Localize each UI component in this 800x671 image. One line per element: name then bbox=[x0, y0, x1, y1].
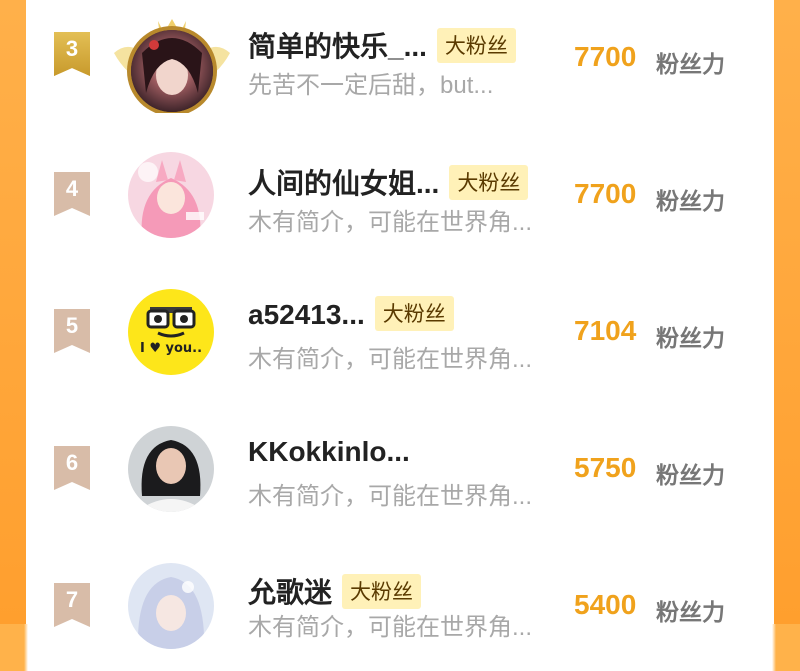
fan-power-score: 7700 bbox=[574, 41, 637, 72]
fan-power-unit: 粉丝力 bbox=[656, 326, 725, 352]
user-bio: 木有简介，可能在世界角... bbox=[248, 483, 533, 510]
list-item[interactable]: 4 人间的仙女姐... 大粉丝 木有简介，可能在世界角... 7700 粉丝力 bbox=[26, 122, 774, 260]
crown-frame-icon bbox=[114, 19, 230, 116]
fan-ranking-list: 3 简单的快乐_...大粉丝 先苦不一定后甜，but... 7700 粉丝力 bbox=[26, 0, 774, 649]
fan-power-score: 7700 bbox=[574, 178, 637, 209]
avatar-image-icon bbox=[146, 307, 196, 338]
big-fan-badge: 大粉丝 bbox=[342, 574, 422, 610]
big-fan-badge: 大粉丝 bbox=[374, 296, 454, 332]
user-name[interactable]: 简单的快乐_... 大粉丝 bbox=[248, 25, 516, 66]
avatar[interactable] bbox=[128, 563, 214, 649]
right-gradient-border bbox=[774, 0, 800, 624]
rank-ribbon: 4 bbox=[54, 172, 90, 216]
user-name[interactable]: 允歌迷 大粉丝 bbox=[248, 571, 422, 612]
rank-number: 7 bbox=[65, 587, 79, 612]
avatar[interactable] bbox=[112, 13, 232, 116]
avatar[interactable] bbox=[128, 426, 214, 512]
big-fan-badge: 大粉丝 bbox=[449, 165, 529, 201]
rank-ribbon: 3 bbox=[54, 32, 90, 76]
big-fan-badge: 大粉丝 bbox=[436, 28, 516, 64]
user-name[interactable]: 人间的仙女姐... 大粉丝 bbox=[248, 162, 529, 203]
left-gradient-border bbox=[0, 0, 26, 624]
list-item[interactable]: 6 KKokkinlo... 木有简介，可能在世界角... 5750 粉丝力 bbox=[26, 396, 774, 534]
avatar-caption: I ♥ you.. bbox=[139, 341, 203, 356]
avatar-image-icon bbox=[128, 563, 214, 649]
list-item[interactable]: 5 I ♥ you.. a52413... 大粉丝 木有简介，可能在世界角... … bbox=[26, 259, 774, 397]
fan-power-unit: 粉丝力 bbox=[656, 600, 725, 626]
fan-power-unit: 粉丝力 bbox=[656, 52, 725, 78]
rank-number: 5 bbox=[65, 313, 79, 338]
avatar-image-icon bbox=[128, 426, 214, 512]
rank-number: 3 bbox=[65, 36, 79, 61]
fan-power-score: 5400 bbox=[574, 589, 637, 620]
fan-power-score: 5750 bbox=[574, 452, 637, 483]
fan-power-unit: 粉丝力 bbox=[656, 189, 725, 215]
fan-power-score: 7104 bbox=[574, 315, 637, 346]
rank-ribbon: 5 bbox=[54, 309, 90, 353]
list-item[interactable]: 7 允歌迷 大粉丝 木有简介，可能在世界角... 5400 粉丝力 bbox=[26, 533, 774, 671]
user-bio: 木有简介，可能在世界角... bbox=[248, 614, 533, 641]
user-bio: 木有简介，可能在世界角... bbox=[248, 346, 533, 373]
user-bio: 木有简介，可能在世界角... bbox=[248, 209, 533, 236]
fan-power-unit: 粉丝力 bbox=[656, 463, 725, 489]
rank-number: 4 bbox=[65, 176, 79, 201]
avatar[interactable] bbox=[128, 152, 214, 238]
rank-ribbon: 7 bbox=[54, 583, 90, 627]
user-bio: 先苦不一定后甜，but... bbox=[248, 72, 494, 99]
user-name[interactable]: a52413... 大粉丝 bbox=[248, 296, 454, 334]
list-item[interactable]: 3 简单的快乐_... 大粉丝 先苦不一定后甜，but... 7700 粉丝力 bbox=[26, 0, 774, 123]
avatar[interactable]: I ♥ you.. bbox=[128, 289, 214, 375]
user-name[interactable]: KKokkinlo... bbox=[248, 436, 410, 468]
rank-ribbon: 6 bbox=[54, 446, 90, 490]
avatar-image-icon bbox=[128, 152, 214, 238]
rank-number: 6 bbox=[65, 450, 79, 475]
